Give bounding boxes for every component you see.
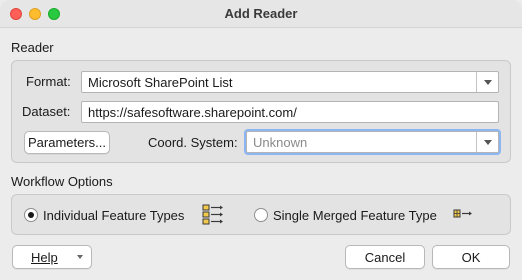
window-title: Add Reader (224, 6, 298, 21)
help-button[interactable]: Help (12, 245, 92, 269)
parameters-button[interactable]: Parameters... (24, 131, 110, 154)
dataset-label: Dataset: (22, 104, 71, 119)
merged-feature-type-icon (453, 209, 472, 218)
individual-feature-types-label[interactable]: Individual Feature Types (43, 208, 184, 223)
title-bar: Add Reader (0, 0, 522, 28)
dataset-input[interactable]: https://safesoftware.sharepoint.com/ (81, 101, 499, 123)
workflow-section-label: Workflow Options (11, 174, 113, 189)
chevron-down-icon (77, 255, 83, 259)
format-dropdown[interactable]: Microsoft SharePoint List (81, 71, 499, 93)
coord-system-dropdown[interactable]: Unknown (244, 129, 501, 155)
individual-feature-types-radio[interactable] (24, 208, 38, 222)
workflow-group: Individual Feature Types Single Merged F… (11, 194, 511, 235)
add-reader-dialog: Add Reader Reader Format: Microsoft Shar… (0, 0, 522, 280)
multiple-feature-types-icon (202, 204, 223, 225)
single-merged-feature-type-label[interactable]: Single Merged Feature Type (273, 208, 437, 223)
radio-selected-dot (28, 212, 34, 218)
chevron-down-icon[interactable] (476, 72, 498, 92)
coord-system-placeholder: Unknown (253, 135, 308, 150)
coord-system-label: Coord. System: (148, 135, 238, 150)
format-value: Microsoft SharePoint List (88, 75, 233, 90)
single-merged-feature-type-radio[interactable] (254, 208, 268, 222)
format-label: Format: (26, 74, 71, 89)
reader-section-label: Reader (11, 40, 54, 55)
dataset-value: https://safesoftware.sharepoint.com/ (88, 105, 297, 120)
chevron-down-icon[interactable] (476, 132, 498, 152)
help-button-label: Help (31, 249, 58, 265)
cancel-button[interactable]: Cancel (345, 245, 425, 269)
ok-button[interactable]: OK (432, 245, 510, 269)
reader-group: Format: Microsoft SharePoint List Datase… (11, 60, 511, 163)
